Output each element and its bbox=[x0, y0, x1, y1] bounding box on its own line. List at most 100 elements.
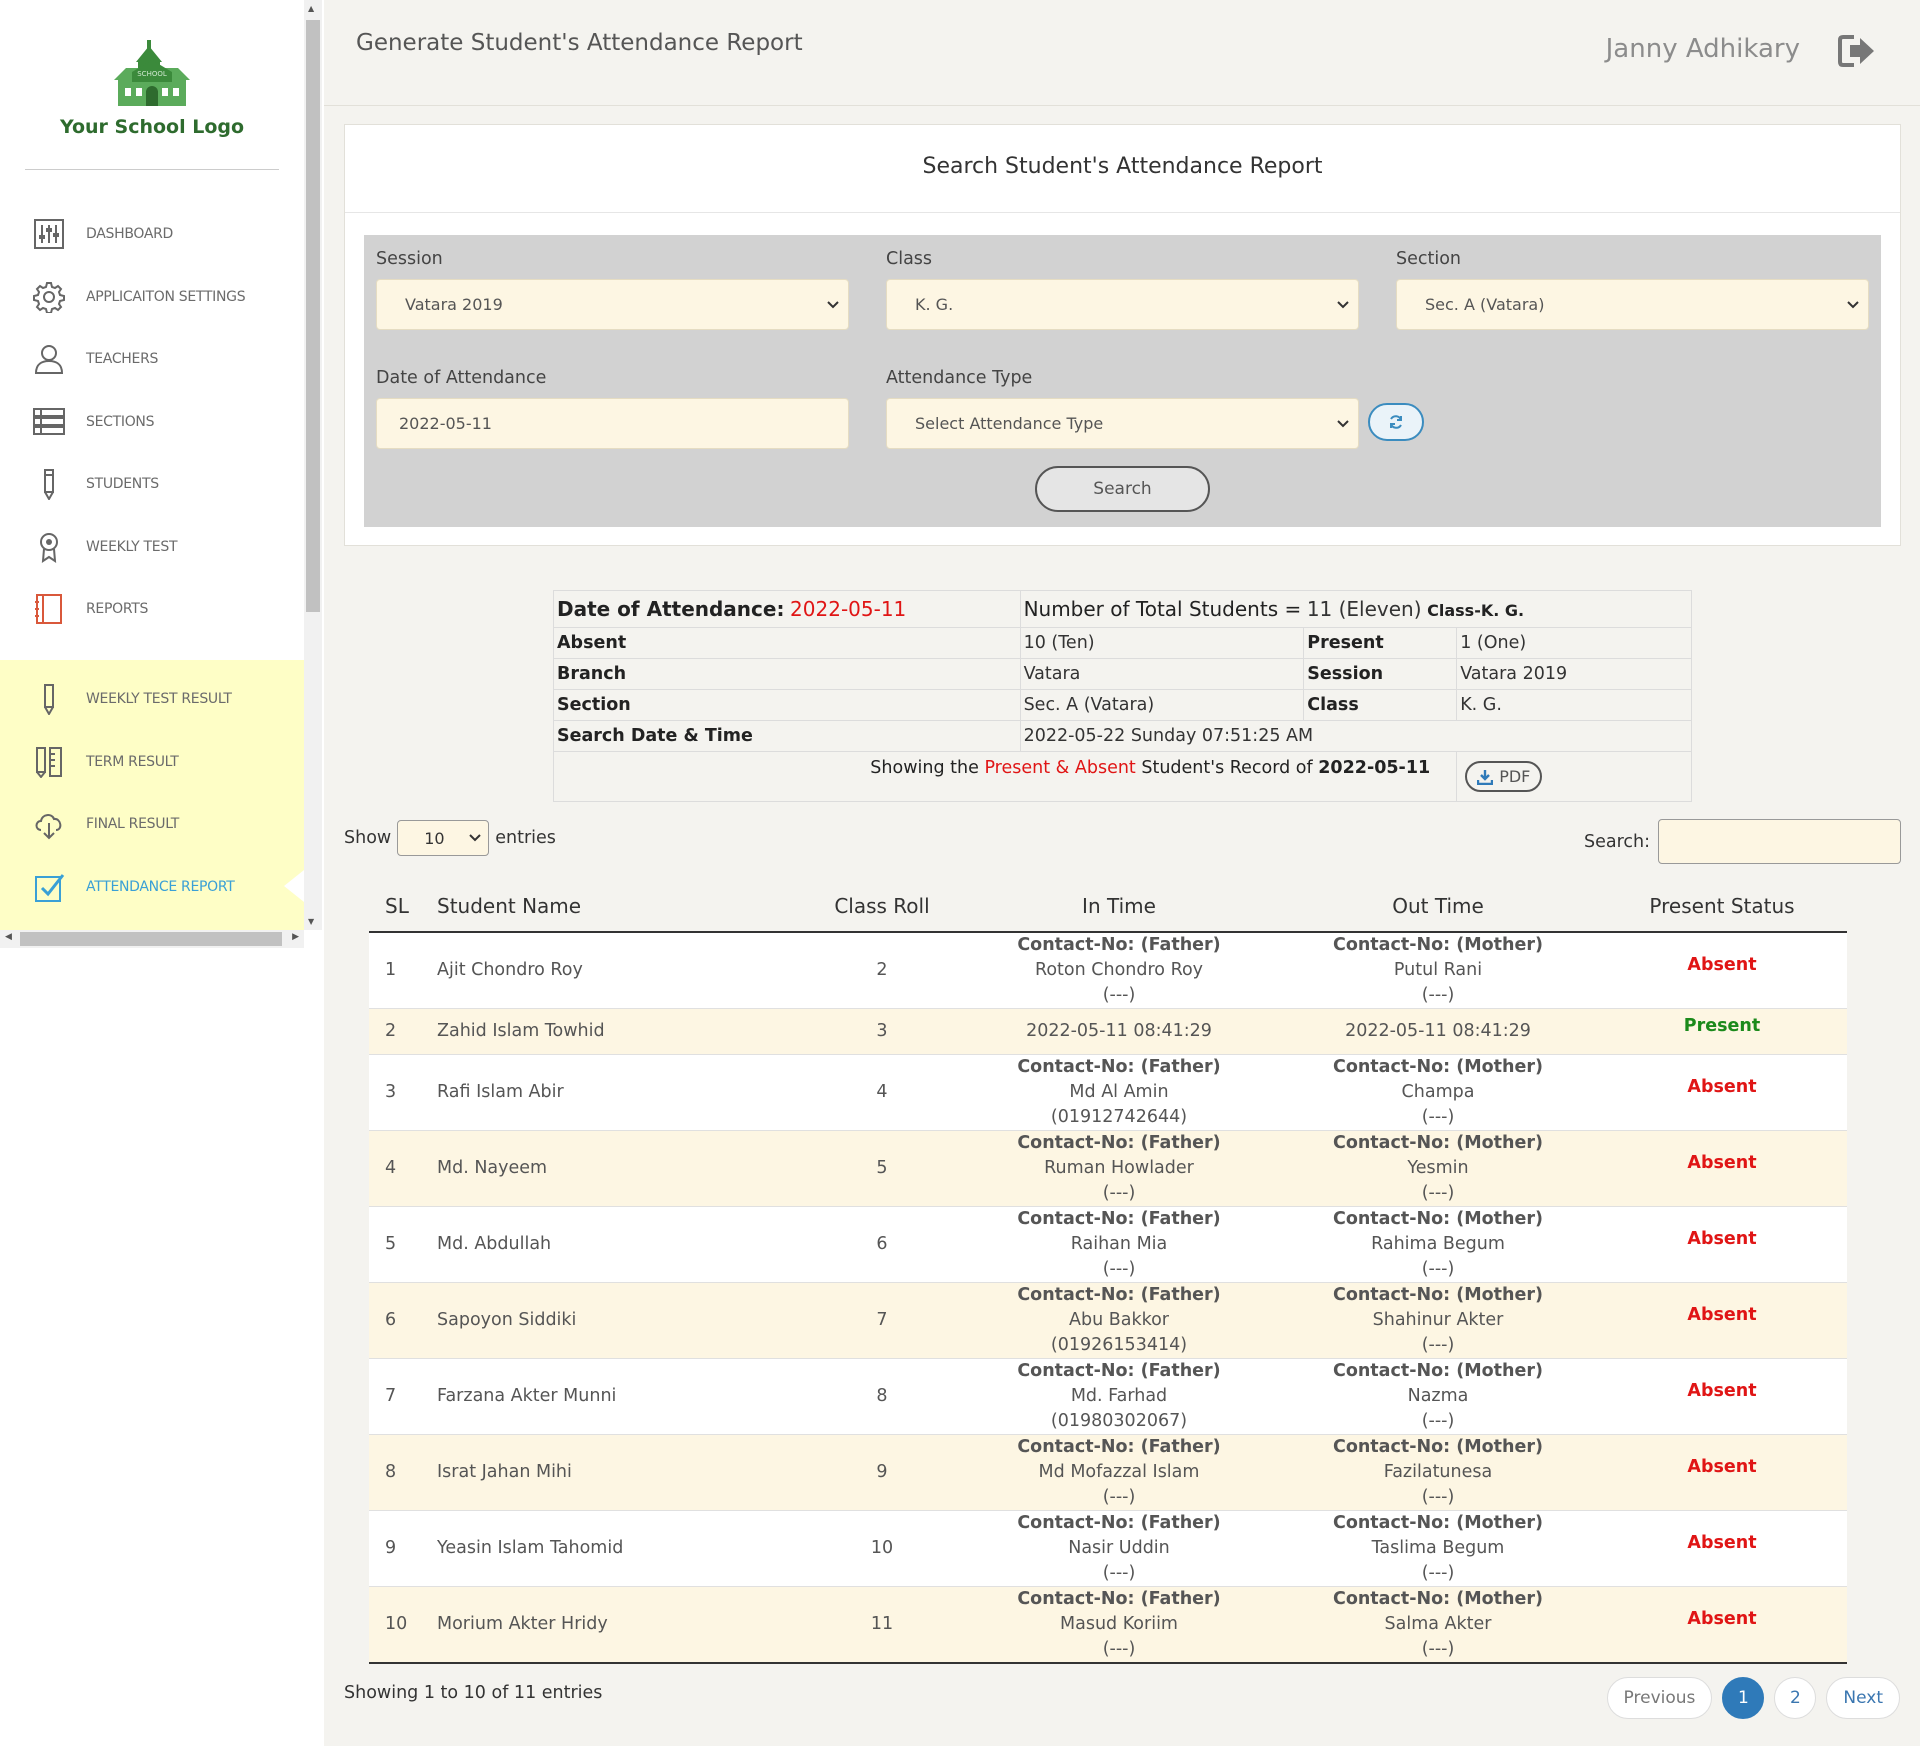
pdf-button-label: PDF bbox=[1499, 767, 1531, 786]
father-name: Raihan Mia bbox=[1070, 1234, 1168, 1254]
cell-present-status: Absent bbox=[1597, 1130, 1847, 1207]
father-name: Md Al Amin bbox=[1069, 1082, 1169, 1102]
father-name: Masud Koriim bbox=[1060, 1614, 1178, 1634]
section-label: Section bbox=[1396, 249, 1462, 269]
sidebar-item-weekly-test-result[interactable]: WEEKLY TEST RESULT bbox=[0, 668, 304, 731]
sidebar-item-weekly-test[interactable]: WEEKLY TEST bbox=[0, 516, 304, 579]
student-name: Yeasin Islam Tahomid bbox=[437, 1538, 624, 1558]
sidebar-item-sections[interactable]: SECTIONS bbox=[0, 391, 304, 454]
sl-value: 8 bbox=[385, 1462, 397, 1482]
summary-search-dt-value: 2022-05-22 Sunday 07:51:25 AM bbox=[1019, 720, 1693, 752]
status-badge: Absent bbox=[1687, 1077, 1757, 1097]
mother-contact-label: Contact-No: (Mother) bbox=[1332, 1285, 1544, 1305]
sidebar-horizontal-scrollbar[interactable]: ◀ ▶ bbox=[0, 930, 304, 948]
entries-select[interactable]: 10 bbox=[397, 820, 490, 856]
sidebar-item-teachers[interactable]: TEACHERS bbox=[0, 328, 304, 391]
student-name: Sapoyon Siddiki bbox=[437, 1310, 577, 1330]
user-name[interactable]: Janny Adhikary bbox=[1606, 34, 1800, 64]
status-badge: Absent bbox=[1687, 1457, 1757, 1477]
father-contact-label: Contact-No: (Father) bbox=[1017, 1589, 1221, 1609]
student-name: Rafi Islam Abir bbox=[437, 1082, 564, 1102]
entries-select-value: 10 bbox=[424, 829, 445, 848]
sidebar-item-attendance-report[interactable]: ATTENDANCE REPORT bbox=[0, 856, 304, 919]
cell-student-name: Md. Abdullah bbox=[425, 1206, 805, 1283]
cell-out-time: Contact-No: (Mother) Putul Rani (---) bbox=[1279, 932, 1597, 1009]
summary-present-value: 1 (One) bbox=[1456, 627, 1692, 659]
col-header-out-time[interactable]: Out Time bbox=[1279, 880, 1597, 933]
sl-value: 1 bbox=[385, 960, 397, 980]
class-select[interactable]: K. G. bbox=[886, 279, 1359, 330]
summary-class-value: K. G. bbox=[1456, 689, 1692, 721]
col-header-student-name[interactable]: Student Name bbox=[425, 880, 805, 933]
pdf-button[interactable]: PDF bbox=[1465, 761, 1543, 792]
date-input[interactable]: 2022-05-11 bbox=[376, 398, 849, 449]
father-phone: (01926153414) bbox=[1050, 1335, 1188, 1355]
next-page-button[interactable]: Next bbox=[1826, 1677, 1900, 1719]
school-logo[interactable]: SCHOOL Your School Logo bbox=[25, 0, 279, 170]
student-name: Md. Nayeem bbox=[437, 1158, 548, 1178]
cell-student-name: Farzana Akter Munni bbox=[425, 1358, 805, 1435]
search-button[interactable]: Search bbox=[1035, 466, 1210, 512]
page-2-button[interactable]: 2 bbox=[1774, 1677, 1817, 1719]
sidebar-item-dashboard[interactable]: DASHBOARD bbox=[0, 203, 304, 266]
sidebar-item-term-result[interactable]: TERM RESULT bbox=[0, 731, 304, 794]
session-select[interactable]: Vatara 2019 bbox=[376, 279, 849, 330]
scroll-up-arrow-icon[interactable]: ▲ bbox=[308, 4, 314, 13]
mother-contact-label: Contact-No: (Mother) bbox=[1332, 1589, 1544, 1609]
summary-date-value: 2022-05-11 bbox=[790, 597, 907, 621]
sidebar-item-label: REPORTS bbox=[86, 601, 149, 618]
previous-page-button[interactable]: Previous bbox=[1606, 1677, 1713, 1719]
out-time: 2022-05-11 08:41:29 bbox=[1345, 1021, 1531, 1041]
col-header-sl[interactable]: SL bbox=[369, 880, 425, 933]
gear-icon bbox=[32, 280, 66, 314]
sl-value: 3 bbox=[385, 1082, 397, 1102]
logout-icon[interactable] bbox=[1838, 34, 1876, 72]
sidebar-item-students[interactable]: STUDENTS bbox=[0, 453, 304, 516]
cell-out-time: Contact-No: (Mother) Shahinur Akter (---) bbox=[1279, 1282, 1597, 1359]
scroll-right-arrow-icon[interactable]: ▶ bbox=[292, 932, 299, 942]
table-search-control: Search: bbox=[1584, 819, 1901, 864]
page-1-button[interactable]: 1 bbox=[1722, 1677, 1765, 1719]
scroll-left-arrow-icon[interactable]: ◀ bbox=[5, 932, 12, 942]
sidebar-item-reports[interactable]: REPORTS bbox=[0, 578, 304, 641]
pagination: Previous 1 2 Next bbox=[1606, 1677, 1900, 1719]
class-field-group: Class K. G. bbox=[886, 249, 1359, 330]
mother-name: Taslima Begum bbox=[1371, 1538, 1505, 1558]
table-row: 5 Md. Abdullah 6 Contact-No: (Father) Raihan… bbox=[369, 1206, 1847, 1283]
status-badge: Absent bbox=[1687, 1381, 1757, 1401]
sidebar-item-label: WEEKLY TEST RESULT bbox=[86, 691, 232, 708]
col-header-class-roll[interactable]: Class Roll bbox=[805, 880, 959, 933]
scrollbar-thumb[interactable] bbox=[20, 932, 282, 946]
sidebar-item-final-result[interactable]: FINAL RESULT bbox=[0, 793, 304, 856]
section-select[interactable]: Sec. A (Vatara) bbox=[1396, 279, 1869, 330]
col-header-present-status[interactable]: Present Status bbox=[1597, 880, 1847, 933]
mother-name: Nazma bbox=[1407, 1386, 1469, 1406]
download-icon bbox=[1477, 769, 1494, 785]
refresh-button[interactable] bbox=[1368, 403, 1424, 441]
summary-session-label: Session bbox=[1303, 658, 1458, 690]
cell-in-time: Contact-No: (Father) Roton Chondro Roy (--… bbox=[959, 932, 1279, 1009]
cell-sl: 10 bbox=[369, 1586, 425, 1664]
chevron-down-icon bbox=[1337, 420, 1349, 428]
sidebar-vertical-scrollbar[interactable]: ▲ ▼ bbox=[304, 0, 322, 930]
attendance-type-select[interactable]: Select Attendance Type bbox=[886, 398, 1359, 449]
mother-name: Salma Akter bbox=[1384, 1614, 1492, 1634]
cell-class-roll: 4 bbox=[805, 1054, 959, 1131]
user-icon bbox=[32, 342, 66, 376]
sidebar-item-application-settings[interactable]: APPLICAITON SETTINGS bbox=[0, 266, 304, 329]
class-roll: 2 bbox=[876, 960, 888, 980]
mother-phone: (---) bbox=[1421, 1563, 1455, 1583]
class-roll: 6 bbox=[876, 1234, 888, 1254]
scrollbar-thumb[interactable] bbox=[306, 20, 320, 612]
col-header-in-time[interactable]: In Time bbox=[959, 880, 1279, 933]
scroll-down-arrow-icon[interactable]: ▼ bbox=[308, 917, 314, 926]
top-bar: Generate Student's Attendance Report Jan… bbox=[324, 0, 1920, 106]
mother-contact-label: Contact-No: (Mother) bbox=[1332, 1057, 1544, 1077]
cell-out-time: Contact-No: (Mother) Nazma (---) bbox=[1279, 1358, 1597, 1435]
table-search-input[interactable] bbox=[1658, 819, 1901, 864]
status-badge: Absent bbox=[1687, 1609, 1757, 1629]
status-badge: Absent bbox=[1687, 1305, 1757, 1325]
attendance-summary: Date of Attendance: 2022-05-11 Number of… bbox=[552, 590, 1693, 802]
cell-in-time: Contact-No: (Father) Ruman Howlader (---) bbox=[959, 1130, 1279, 1207]
cell-out-time: Contact-No: (Mother) Rahima Begum (---) bbox=[1279, 1206, 1597, 1283]
